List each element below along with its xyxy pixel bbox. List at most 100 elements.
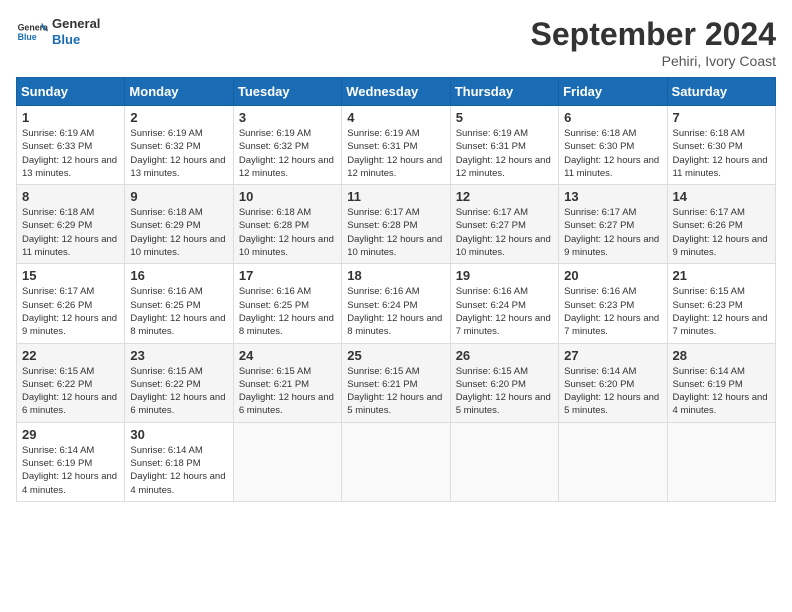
- calendar-day-14: 14 Sunrise: 6:17 AMSunset: 6:26 PMDayligh…: [667, 185, 775, 264]
- day-number: 24: [239, 348, 336, 363]
- calendar-day-21: 21 Sunrise: 6:15 AMSunset: 6:23 PMDayligh…: [667, 264, 775, 343]
- day-content: Sunrise: 6:17 AMSunset: 6:26 PMDaylight:…: [673, 206, 770, 259]
- day-number: 20: [564, 268, 661, 283]
- day-content: Sunrise: 6:15 AMSunset: 6:20 PMDaylight:…: [456, 365, 553, 418]
- day-number: 27: [564, 348, 661, 363]
- calendar-day-23: 23Sunrise: 6:15 AMSunset: 6:22 PMDayligh…: [125, 343, 233, 422]
- calendar-day-28: 28 Sunrise: 6:14 AMSunset: 6:19 PMDayligh…: [667, 343, 775, 422]
- calendar-header-wednesday: Wednesday: [342, 78, 450, 106]
- logo: General Blue General Blue: [16, 16, 100, 48]
- empty-cell: [233, 422, 341, 501]
- calendar-day-22: 22 Sunrise: 6:15 AMSunset: 6:22 PMDayligh…: [17, 343, 125, 422]
- day-content: Sunrise: 6:18 AMSunset: 6:28 PMDaylight:…: [239, 206, 336, 259]
- day-content: Sunrise: 6:17 AMSunset: 6:26 PMDaylight:…: [22, 285, 119, 338]
- day-content: Sunrise: 6:15 AMSunset: 6:21 PMDaylight:…: [347, 365, 444, 418]
- day-number: 3: [239, 110, 336, 125]
- day-number: 9: [130, 189, 227, 204]
- day-content: Sunrise: 6:16 AMSunset: 6:23 PMDaylight:…: [564, 285, 661, 338]
- day-number: 2: [130, 110, 227, 125]
- calendar: SundayMondayTuesdayWednesdayThursdayFrid…: [16, 77, 776, 502]
- calendar-header-friday: Friday: [559, 78, 667, 106]
- day-content: Sunrise: 6:14 AMSunset: 6:18 PMDaylight:…: [130, 444, 227, 497]
- day-content: Sunrise: 6:19 AMSunset: 6:32 PMDaylight:…: [239, 127, 336, 180]
- day-number: 4: [347, 110, 444, 125]
- day-number: 17: [239, 268, 336, 283]
- calendar-day-15: 15 Sunrise: 6:17 AMSunset: 6:26 PMDayligh…: [17, 264, 125, 343]
- calendar-day-2: 2 Sunrise: 6:19 AMSunset: 6:32 PMDaylight…: [125, 106, 233, 185]
- day-content: Sunrise: 6:14 AMSunset: 6:19 PMDaylight:…: [673, 365, 770, 418]
- day-content: Sunrise: 6:16 AMSunset: 6:25 PMDaylight:…: [239, 285, 336, 338]
- day-content: Sunrise: 6:19 AMSunset: 6:31 PMDaylight:…: [347, 127, 444, 180]
- calendar-day-25: 25 Sunrise: 6:15 AMSunset: 6:21 PMDayligh…: [342, 343, 450, 422]
- day-number: 22: [22, 348, 119, 363]
- empty-cell: [450, 422, 558, 501]
- day-number: 18: [347, 268, 444, 283]
- day-content: Sunrise: 6:18 AMSunset: 6:29 PMDaylight:…: [22, 206, 119, 259]
- empty-cell: [667, 422, 775, 501]
- logo-blue: Blue: [52, 32, 100, 48]
- calendar-day-19: 19Sunrise: 6:16 AMSunset: 6:24 PMDayligh…: [450, 264, 558, 343]
- calendar-day-24: 24Sunrise: 6:15 AMSunset: 6:21 PMDayligh…: [233, 343, 341, 422]
- day-number: 10: [239, 189, 336, 204]
- day-content: Sunrise: 6:14 AMSunset: 6:20 PMDaylight:…: [564, 365, 661, 418]
- logo-general: General: [52, 16, 100, 32]
- day-number: 13: [564, 189, 661, 204]
- day-number: 30: [130, 427, 227, 442]
- day-content: Sunrise: 6:14 AMSunset: 6:19 PMDaylight:…: [22, 444, 119, 497]
- day-content: Sunrise: 6:15 AMSunset: 6:23 PMDaylight:…: [673, 285, 770, 338]
- title-area: September 2024 Pehiri, Ivory Coast: [531, 16, 776, 69]
- day-content: Sunrise: 6:15 AMSunset: 6:22 PMDaylight:…: [130, 365, 227, 418]
- day-content: Sunrise: 6:19 AMSunset: 6:31 PMDaylight:…: [456, 127, 553, 180]
- calendar-header-monday: Monday: [125, 78, 233, 106]
- day-number: 28: [673, 348, 770, 363]
- calendar-header-tuesday: Tuesday: [233, 78, 341, 106]
- empty-cell: [342, 422, 450, 501]
- day-number: 29: [22, 427, 119, 442]
- day-number: 25: [347, 348, 444, 363]
- calendar-day-7: 7Sunrise: 6:18 AMSunset: 6:30 PMDaylight…: [667, 106, 775, 185]
- day-content: Sunrise: 6:19 AMSunset: 6:32 PMDaylight:…: [130, 127, 227, 180]
- day-content: Sunrise: 6:17 AMSunset: 6:27 PMDaylight:…: [564, 206, 661, 259]
- calendar-day-29: 29 Sunrise: 6:14 AMSunset: 6:19 PMDayligh…: [17, 422, 125, 501]
- svg-text:Blue: Blue: [18, 32, 37, 42]
- day-number: 11: [347, 189, 444, 204]
- calendar-day-18: 18 Sunrise: 6:16 AMSunset: 6:24 PMDayligh…: [342, 264, 450, 343]
- calendar-week-3: 15 Sunrise: 6:17 AMSunset: 6:26 PMDayligh…: [17, 264, 776, 343]
- empty-cell: [559, 422, 667, 501]
- day-content: Sunrise: 6:17 AMSunset: 6:27 PMDaylight:…: [456, 206, 553, 259]
- calendar-day-13: 13 Sunrise: 6:17 AMSunset: 6:27 PMDayligh…: [559, 185, 667, 264]
- day-number: 6: [564, 110, 661, 125]
- calendar-day-12: 12 Sunrise: 6:17 AMSunset: 6:27 PMDayligh…: [450, 185, 558, 264]
- calendar-header-row: SundayMondayTuesdayWednesdayThursdayFrid…: [17, 78, 776, 106]
- calendar-day-17: 17 Sunrise: 6:16 AMSunset: 6:25 PMDayligh…: [233, 264, 341, 343]
- calendar-day-11: 11 Sunrise: 6:17 AMSunset: 6:28 PMDayligh…: [342, 185, 450, 264]
- day-number: 15: [22, 268, 119, 283]
- day-content: Sunrise: 6:17 AMSunset: 6:28 PMDaylight:…: [347, 206, 444, 259]
- calendar-day-10: 10 Sunrise: 6:18 AMSunset: 6:28 PMDayligh…: [233, 185, 341, 264]
- calendar-week-1: 1 Sunrise: 6:19 AMSunset: 6:33 PMDaylight…: [17, 106, 776, 185]
- calendar-day-20: 20 Sunrise: 6:16 AMSunset: 6:23 PMDayligh…: [559, 264, 667, 343]
- calendar-day-5: 5Sunrise: 6:19 AMSunset: 6:31 PMDaylight…: [450, 106, 558, 185]
- calendar-day-30: 30 Sunrise: 6:14 AMSunset: 6:18 PMDayligh…: [125, 422, 233, 501]
- calendar-day-27: 27 Sunrise: 6:14 AMSunset: 6:20 PMDayligh…: [559, 343, 667, 422]
- day-number: 1: [22, 110, 119, 125]
- day-content: Sunrise: 6:15 AMSunset: 6:22 PMDaylight:…: [22, 365, 119, 418]
- calendar-week-4: 22 Sunrise: 6:15 AMSunset: 6:22 PMDayligh…: [17, 343, 776, 422]
- calendar-day-26: 26 Sunrise: 6:15 AMSunset: 6:20 PMDayligh…: [450, 343, 558, 422]
- calendar-header-sunday: Sunday: [17, 78, 125, 106]
- day-number: 21: [673, 268, 770, 283]
- day-content: Sunrise: 6:18 AMSunset: 6:30 PMDaylight:…: [673, 127, 770, 180]
- day-content: Sunrise: 6:16 AMSunset: 6:24 PMDaylight:…: [347, 285, 444, 338]
- logo-icon: General Blue: [16, 16, 48, 48]
- calendar-day-8: 8Sunrise: 6:18 AMSunset: 6:29 PMDaylight…: [17, 185, 125, 264]
- header: General Blue General Blue September 2024…: [16, 16, 776, 69]
- day-number: 19: [456, 268, 553, 283]
- day-content: Sunrise: 6:19 AMSunset: 6:33 PMDaylight:…: [22, 127, 119, 180]
- day-number: 26: [456, 348, 553, 363]
- calendar-header-saturday: Saturday: [667, 78, 775, 106]
- day-number: 16: [130, 268, 227, 283]
- day-number: 14: [673, 189, 770, 204]
- day-content: Sunrise: 6:16 AMSunset: 6:25 PMDaylight:…: [130, 285, 227, 338]
- day-number: 12: [456, 189, 553, 204]
- calendar-day-1: 1 Sunrise: 6:19 AMSunset: 6:33 PMDaylight…: [17, 106, 125, 185]
